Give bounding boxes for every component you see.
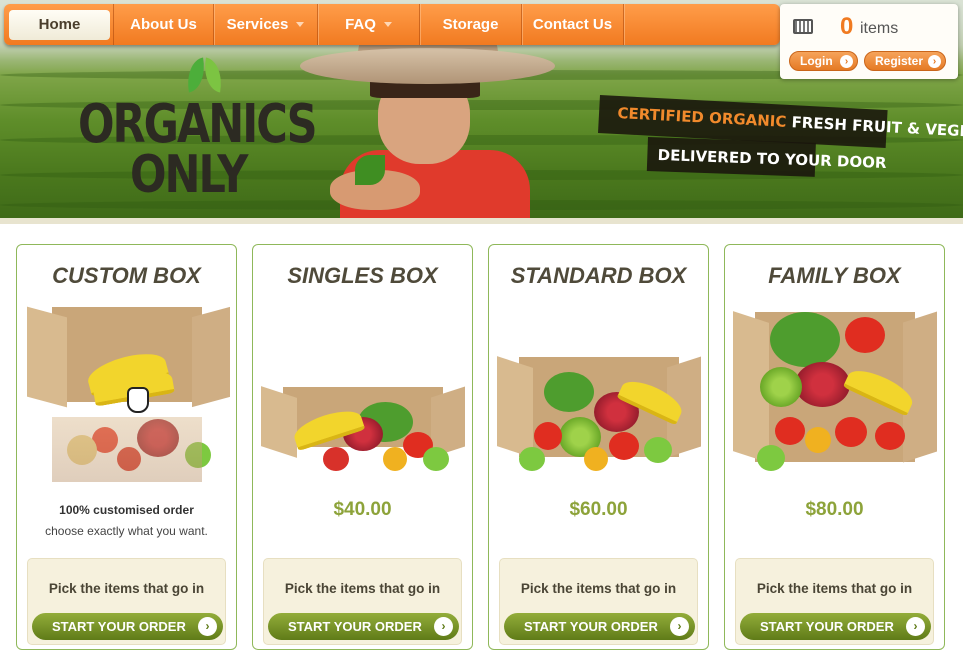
cart-icon[interactable] <box>793 19 813 34</box>
chevron-right-icon: › <box>670 617 689 636</box>
start-order-label: START YOUR ORDER <box>288 619 422 634</box>
start-order-label: START YOUR ORDER <box>760 619 894 634</box>
nav-item-home[interactable]: Home <box>9 9 110 40</box>
register-button[interactable]: Register › <box>864 51 946 71</box>
nav-item-contact-us[interactable]: Contact Us <box>522 4 624 45</box>
product-price: $80.00 <box>805 499 864 520</box>
pointer-hand-icon <box>127 387 149 413</box>
start-order-button[interactable]: START YOUR ORDER › <box>32 613 223 640</box>
product-desc-strong: 100% customised order <box>59 503 194 517</box>
main-nav: Home About Us Services FAQ Storage Conta… <box>4 4 780 45</box>
nav-label: FAQ <box>345 16 376 33</box>
product-price: $60.00 <box>569 499 628 520</box>
product-desc: choose exactly what you want. <box>45 524 208 538</box>
nav-item-storage[interactable]: Storage <box>420 4 522 45</box>
start-order-button[interactable]: START YOUR ORDER › <box>504 613 695 640</box>
nav-label: Contact Us <box>532 16 613 33</box>
custom-box-image <box>27 306 230 487</box>
cta-panel: Pick the items that go in START YOUR ORD… <box>499 558 698 645</box>
singles-box-image <box>261 307 465 487</box>
cta-text: Pick the items that go in <box>756 581 913 596</box>
cta-panel: Pick the items that go in START YOUR ORD… <box>27 558 226 645</box>
nav-label: Home <box>38 16 81 33</box>
nav-item-about-us[interactable]: About Us <box>114 4 214 45</box>
cta-text: Pick the items that go in <box>284 581 441 596</box>
product-title: STANDARD BOX <box>510 263 687 288</box>
organics-only-logo[interactable]: ORGANICS ONLY <box>78 55 318 205</box>
login-label: Login <box>800 54 833 68</box>
cta-panel: Pick the items that go in START YOUR ORD… <box>735 558 934 645</box>
product-card-standard-box: STANDARD BOX $60.00 Pick the items that … <box>488 244 709 650</box>
product-card-singles-box: SINGLES BOX $40.00 Pick the items that g… <box>252 244 473 650</box>
start-order-button[interactable]: START YOUR ORDER › <box>268 613 459 640</box>
start-order-button[interactable]: START YOUR ORDER › <box>740 613 931 640</box>
nav-item-services[interactable]: Services <box>214 4 318 45</box>
product-card-custom-box: CUSTOM BOX 100% customised order choose … <box>16 244 237 650</box>
logo-line2: ONLY <box>130 145 248 205</box>
chevron-right-icon: › <box>434 617 453 636</box>
start-order-label: START YOUR ORDER <box>52 619 186 634</box>
product-card-family-box: FAMILY BOX $80.00 Pick the items that go… <box>724 244 945 650</box>
cta-panel: Pick the items that go in START YOUR ORD… <box>263 558 462 645</box>
chevron-down-icon <box>296 22 305 27</box>
hero-bottom-strip <box>0 218 963 224</box>
hero-girl-image <box>300 20 560 224</box>
chevron-right-icon: › <box>198 617 217 636</box>
product-title: SINGLES BOX <box>287 263 438 288</box>
start-order-label: START YOUR ORDER <box>524 619 658 634</box>
product-title: CUSTOM BOX <box>52 263 201 288</box>
chevron-right-icon: › <box>840 55 853 68</box>
family-box-image <box>733 307 937 487</box>
cta-text: Pick the items that go in <box>520 581 677 596</box>
chevron-right-icon: › <box>906 617 925 636</box>
hero-tagline: CERTIFIED ORGANIC FRESH FRUIT & VEGIES D… <box>598 95 963 177</box>
cart-widget: 0 items Login › Register › <box>780 4 958 79</box>
cart-count: 0 <box>840 13 854 40</box>
register-label: Register <box>875 54 924 68</box>
nav-label: Services <box>226 16 289 33</box>
cart-count-label: items <box>860 20 899 37</box>
nav-label: About Us <box>130 16 197 33</box>
nav-label: Storage <box>442 16 499 33</box>
product-title: FAMILY BOX <box>768 263 901 288</box>
leaf-icon <box>183 55 226 93</box>
chevron-right-icon: › <box>928 55 941 68</box>
standard-box-image <box>497 307 701 487</box>
chevron-down-icon <box>383 22 392 27</box>
login-button[interactable]: Login › <box>789 51 858 71</box>
nav-item-faq[interactable]: FAQ <box>318 4 420 45</box>
cta-text: Pick the items that go in <box>48 581 205 596</box>
product-price: $40.00 <box>333 499 392 520</box>
